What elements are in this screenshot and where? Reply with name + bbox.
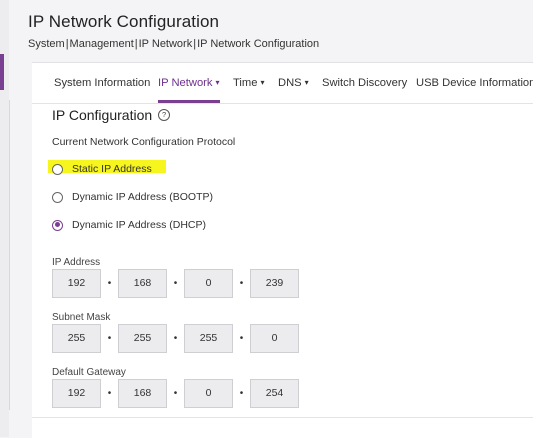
breadcrumb-separator: |: [134, 38, 138, 50]
tab-label: USB Device Information: [416, 77, 533, 89]
tab-system-information[interactable]: System Information: [54, 77, 150, 89]
breadcrumb-separator: |: [193, 38, 197, 50]
protocol-label: Current Network Configuration Protocol: [52, 136, 236, 148]
tab-label: IP Network: [158, 77, 213, 89]
tab-usb-device-information[interactable]: USB Device Information: [416, 77, 533, 89]
ip-address-octet-4[interactable]: 239: [250, 269, 299, 298]
page-title: IP Network Configuration: [28, 12, 220, 31]
octet-separator: •: [173, 278, 178, 289]
radio-static-ip[interactable]: Static IP Address: [52, 163, 152, 175]
radio-button-icon[interactable]: [52, 163, 63, 175]
radio-label: Dynamic IP Address (BOOTP): [72, 191, 214, 203]
default-gateway-octet-4[interactable]: 254: [250, 379, 299, 408]
default-gateway-field: 192 • 168 • 0 • 254: [52, 379, 299, 408]
breadcrumb: System | Management | IP Network | IP Ne…: [28, 38, 319, 50]
octet-separator: •: [107, 388, 112, 399]
radio-dynamic-bootp[interactable]: Dynamic IP Address (BOOTP): [52, 191, 213, 203]
default-gateway-octet-2[interactable]: 168: [118, 379, 167, 408]
tab-bar: System Information IP Network ▾ Time ▾ DNS…: [32, 63, 533, 104]
subnet-mask-octet-2[interactable]: 255: [118, 324, 167, 353]
breadcrumb-separator: |: [65, 38, 69, 50]
chevron-down-icon: ▾: [260, 78, 265, 87]
default-gateway-label: Default Gateway: [52, 367, 126, 378]
tab-label: Switch Discovery: [322, 77, 408, 89]
ip-address-label: IP Address: [52, 257, 101, 268]
breadcrumb-ip-network-configuration: IP Network Configuration: [197, 38, 320, 50]
section-title-text: IP Configuration: [52, 107, 153, 123]
breadcrumb-ip-network[interactable]: IP Network: [139, 38, 193, 50]
octet-separator: •: [239, 388, 244, 399]
default-gateway-octet-1[interactable]: 192: [52, 379, 101, 408]
ip-address-field: 192 • 168 • 0 • 239: [52, 269, 299, 298]
ip-address-octet-3[interactable]: 0: [184, 269, 233, 298]
tab-switch-discovery[interactable]: Switch Discovery: [322, 77, 407, 89]
left-nav-divider: [9, 100, 10, 410]
tab-label: System Information: [54, 77, 151, 89]
active-tab-indicator: [158, 100, 220, 103]
subnet-mask-field: 255 • 255 • 255 • 0: [52, 324, 299, 353]
tab-dns[interactable]: DNS ▾: [278, 77, 309, 89]
octet-separator: •: [239, 278, 244, 289]
breadcrumb-management[interactable]: Management: [70, 38, 134, 50]
chevron-down-icon: ▾: [304, 78, 309, 87]
breadcrumb-system[interactable]: System: [28, 38, 65, 50]
content-card: System Information IP Network ▾ Time ▾ DNS…: [32, 62, 533, 438]
subnet-mask-octet-4[interactable]: 0: [250, 324, 299, 353]
ip-address-octet-1[interactable]: 192: [52, 269, 101, 298]
radio-label: Static IP Address: [72, 163, 152, 175]
tab-label: Time: [233, 77, 258, 89]
ip-address-octet-2[interactable]: 168: [118, 269, 167, 298]
section-divider: [32, 417, 533, 418]
default-gateway-octet-3[interactable]: 0: [184, 379, 233, 408]
octet-separator: •: [239, 333, 244, 344]
octet-separator: •: [107, 333, 112, 344]
section-title: IP Configuration ?: [52, 107, 171, 123]
radio-label: Dynamic IP Address (DHCP): [72, 219, 207, 231]
octet-separator: •: [107, 278, 112, 289]
tab-time[interactable]: Time ▾: [233, 77, 264, 89]
left-nav-active-indicator: [0, 54, 4, 90]
subnet-mask-label: Subnet Mask: [52, 312, 111, 323]
tab-ip-network[interactable]: IP Network ▾: [158, 77, 220, 89]
radio-button-icon[interactable]: [52, 191, 63, 203]
page-header: IP Network Configuration System | Manage…: [28, 12, 319, 50]
radio-dynamic-dhcp[interactable]: Dynamic IP Address (DHCP): [52, 219, 206, 231]
chevron-down-icon: ▾: [215, 78, 220, 87]
subnet-mask-octet-3[interactable]: 255: [184, 324, 233, 353]
octet-separator: •: [173, 333, 178, 344]
tab-label: DNS: [278, 77, 302, 89]
radio-button-checked-icon[interactable]: [52, 219, 63, 231]
help-icon[interactable]: ?: [158, 109, 171, 121]
subnet-mask-octet-1[interactable]: 255: [52, 324, 101, 353]
octet-separator: •: [173, 388, 178, 399]
